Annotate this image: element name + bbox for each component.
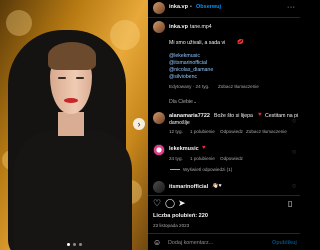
replies-line [170,169,180,170]
comment-likes[interactable]: 1 polubienie [190,156,215,161]
translate-link[interactable]: Zobacz tłumaczenie [218,84,259,89]
input-divider [148,233,300,234]
kiss-emoji: 💋 [237,39,244,45]
comment-input[interactable]: Dodaj komentarz... [168,240,213,246]
view-replies-button[interactable]: Wyświetl odpowiedzi (1) [183,167,232,172]
comment-text: Bože što si lijepa [214,113,253,119]
comment-username[interactable]: alanamaria7722 [169,113,210,119]
comment-avatar[interactable] [153,112,165,124]
heart-emoji: ♥ [202,145,206,151]
comment-icon[interactable]: ◯ [165,199,175,208]
for-you-label[interactable]: Dla Ciebie [169,99,193,105]
carousel-dots [0,243,148,246]
carousel-dot [72,243,76,246]
chevron-down-icon[interactable]: ⌄ [193,99,197,105]
heart-emoji: ♥ [258,112,262,118]
like-comment-icon[interactable]: ♡ [292,184,296,190]
lips [64,98,78,103]
caption-location: tane.mp4 [190,24,212,30]
caption-avatar[interactable] [153,21,165,33]
author-avatar[interactable] [153,2,165,14]
mention[interactable]: @lekekmusic [169,53,200,59]
caption-username[interactable]: inka.vp [169,24,188,30]
like-comment-icon[interactable]: ♡ [292,150,296,156]
reply-button[interactable]: Odpowiedz [220,156,243,161]
post-panel: inka.vp • Obserwuj ··· inka.vp tane.mp4 … [148,0,300,250]
bokeh [110,20,140,50]
comment-text: 👋🏻♥ [212,183,222,189]
comment-text-line2: damošlje [169,120,190,126]
header-username[interactable]: inka.vp [169,4,188,10]
like-comment-icon[interactable]: ♡ [292,119,296,125]
follow-button[interactable]: Obserwuj [196,4,221,10]
header-separator: • [190,4,192,10]
emoji-icon[interactable]: ☺ [153,238,161,247]
publish-button[interactable]: Opublikuj [272,240,297,246]
comment-age: 12 tyg. [169,129,183,134]
comment-avatar[interactable] [153,181,165,193]
translate-link[interactable]: Zobacz tłumaczenie [246,129,287,134]
comment-age: 24 tyg. [169,156,183,161]
comment-avatar[interactable] [153,144,165,156]
shawl [14,130,132,250]
heart-icon[interactable]: ♡ [153,199,161,208]
bokeh [6,10,32,36]
eye [76,77,84,79]
chevron-right-icon[interactable]: › [133,118,145,130]
caption-text: Mi smo uživali, a sada vi [169,40,226,46]
neck [58,112,84,136]
mention[interactable]: @itsmarinofficial [169,60,207,66]
like-count[interactable]: Liczba polubień: 220 [153,213,208,219]
hair [48,42,96,70]
mention[interactable]: @nicolas_diamane [169,67,213,73]
carousel-dot [66,243,70,246]
mention[interactable]: @silviobenc [169,74,197,80]
reply-button[interactable]: Odpowiedz [220,129,243,134]
post-date: 23 listopada 2023 [153,223,190,228]
comment-username[interactable]: lekekmusic [169,146,199,152]
more-icon[interactable]: ··· [287,3,296,12]
header-divider [148,17,300,18]
carousel-dot [78,243,82,246]
eye [58,77,66,79]
comment-likes[interactable]: 1 polubienie [190,129,215,134]
comment-username[interactable]: itsmarinofficial [169,184,208,190]
caption-meta: Edytowany · 24 tyg. [169,84,210,89]
bookmark-icon[interactable]: ▯ [288,199,292,208]
actions-divider [148,195,300,196]
share-icon[interactable]: ➤ [178,199,186,208]
post-image[interactable]: › [0,0,148,250]
